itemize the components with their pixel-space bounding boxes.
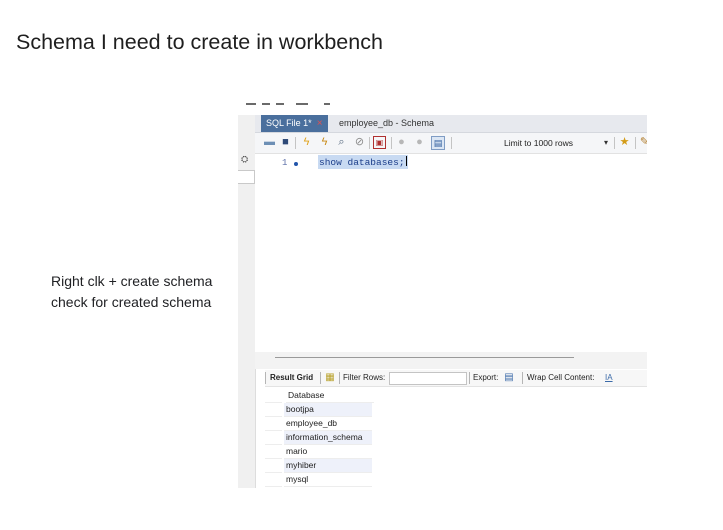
note-line-2: check for created schema bbox=[51, 294, 212, 310]
left-gutter: ⛭ bbox=[238, 115, 256, 488]
line-number: 1 bbox=[282, 158, 288, 168]
workbench-screenshot: ⛭ SQL File 1* × employee_db - Schema ▬ ■ … bbox=[238, 100, 647, 488]
row-marker[interactable] bbox=[265, 417, 282, 431]
export-label: Export: bbox=[473, 373, 499, 382]
note-line-1: Right clk + create schema bbox=[51, 273, 213, 289]
grid-cell[interactable]: employee_db bbox=[284, 417, 372, 431]
tab-bar: SQL File 1* × employee_db - Schema bbox=[255, 115, 647, 133]
toggle-icon[interactable]: ▣ bbox=[373, 136, 386, 149]
limit-rows-select[interactable]: Limit to 1000 rows bbox=[504, 136, 573, 150]
toolbar-divider bbox=[369, 137, 370, 149]
sql-text: show databases; bbox=[319, 157, 405, 168]
strip-mark bbox=[262, 103, 270, 105]
toolbar-divider bbox=[635, 137, 636, 149]
tab-sql-file-label: SQL File 1* bbox=[266, 118, 312, 128]
autocommit-icon[interactable]: ▤ bbox=[431, 136, 445, 150]
toolbar-divider bbox=[469, 372, 470, 384]
close-icon[interactable]: × bbox=[317, 118, 323, 129]
toolbar-divider bbox=[391, 137, 392, 149]
gutter-box bbox=[238, 170, 255, 184]
grid-cell[interactable]: bootjpa bbox=[284, 403, 372, 417]
grid-icon[interactable]: ▦ bbox=[324, 372, 336, 384]
toolbar-divider bbox=[295, 137, 296, 149]
row-marker[interactable] bbox=[265, 445, 282, 459]
clear-icon[interactable]: ✎ bbox=[638, 136, 647, 149]
wrap-cell-label: Wrap Cell Content: bbox=[527, 373, 595, 382]
pane-splitter[interactable] bbox=[275, 357, 574, 358]
execute-current-icon[interactable]: ϟ bbox=[318, 136, 331, 149]
row-marker[interactable] bbox=[265, 473, 282, 487]
toolbar-divider bbox=[522, 372, 523, 384]
chevron-down-icon[interactable]: ▾ bbox=[604, 136, 608, 150]
slide-title: Schema I need to create in workbench bbox=[16, 30, 383, 54]
explain-icon[interactable]: ⌕ bbox=[335, 136, 348, 149]
schema-icon[interactable]: ⛭ bbox=[241, 154, 248, 165]
column-header-database[interactable]: Database bbox=[286, 389, 374, 403]
toolbar-divider bbox=[265, 372, 266, 384]
filter-rows-input[interactable] bbox=[389, 372, 467, 385]
toolbar-divider bbox=[451, 137, 452, 149]
grid-cell[interactable]: mario bbox=[284, 445, 372, 459]
top-strip bbox=[238, 100, 647, 115]
grid-cell[interactable]: information_schema bbox=[284, 431, 372, 445]
row-marker[interactable] bbox=[265, 403, 282, 417]
filter-rows-label: Filter Rows: bbox=[343, 373, 386, 382]
strip-mark bbox=[276, 103, 284, 105]
row-marker bbox=[265, 389, 282, 403]
result-toolbar: Result Grid ▦ Filter Rows: Export: ▤ Wra… bbox=[265, 370, 647, 387]
toolbar-divider bbox=[614, 137, 615, 149]
sql-editor[interactable]: 1 show databases; bbox=[255, 154, 647, 352]
row-marker[interactable] bbox=[265, 459, 282, 473]
wrap-cell-icon[interactable]: IA bbox=[605, 372, 613, 384]
export-icon[interactable]: ▤ bbox=[503, 372, 515, 384]
tab-sql-file[interactable]: SQL File 1* × bbox=[261, 115, 328, 132]
sql-toolbar: ▬ ■ ϟ ϟ ⌕ ⊘ ▣ ● ● ▤ Limit to 1000 rows ▾… bbox=[255, 133, 647, 154]
execute-icon[interactable]: ϟ bbox=[300, 136, 313, 149]
stop-icon[interactable]: ⊘ bbox=[353, 136, 366, 149]
beautify-icon[interactable]: ★ bbox=[618, 136, 631, 149]
folder-icon[interactable]: ▬ bbox=[263, 136, 276, 149]
pane-gap bbox=[255, 352, 647, 369]
grid-cell[interactable]: mysql bbox=[284, 473, 372, 487]
tab-employee-schema[interactable]: employee_db - Schema bbox=[334, 115, 439, 132]
toolbar-divider bbox=[320, 372, 321, 384]
rollback-icon[interactable]: ● bbox=[413, 136, 426, 149]
row-marker[interactable] bbox=[265, 431, 282, 445]
text-caret bbox=[405, 156, 407, 166]
commit-icon[interactable]: ● bbox=[395, 136, 408, 149]
grid-cell[interactable]: myhiber bbox=[284, 459, 372, 473]
statement-marker-icon bbox=[294, 162, 298, 166]
result-grid-tab[interactable]: Result Grid bbox=[270, 372, 313, 384]
save-icon[interactable]: ■ bbox=[279, 136, 292, 149]
strip-mark bbox=[324, 103, 330, 105]
toolbar-divider bbox=[339, 372, 340, 384]
sql-statement[interactable]: show databases; bbox=[318, 155, 408, 169]
strip-mark bbox=[296, 103, 308, 105]
notes: Right clk + create schema check for crea… bbox=[51, 271, 212, 313]
strip-mark bbox=[246, 103, 256, 105]
